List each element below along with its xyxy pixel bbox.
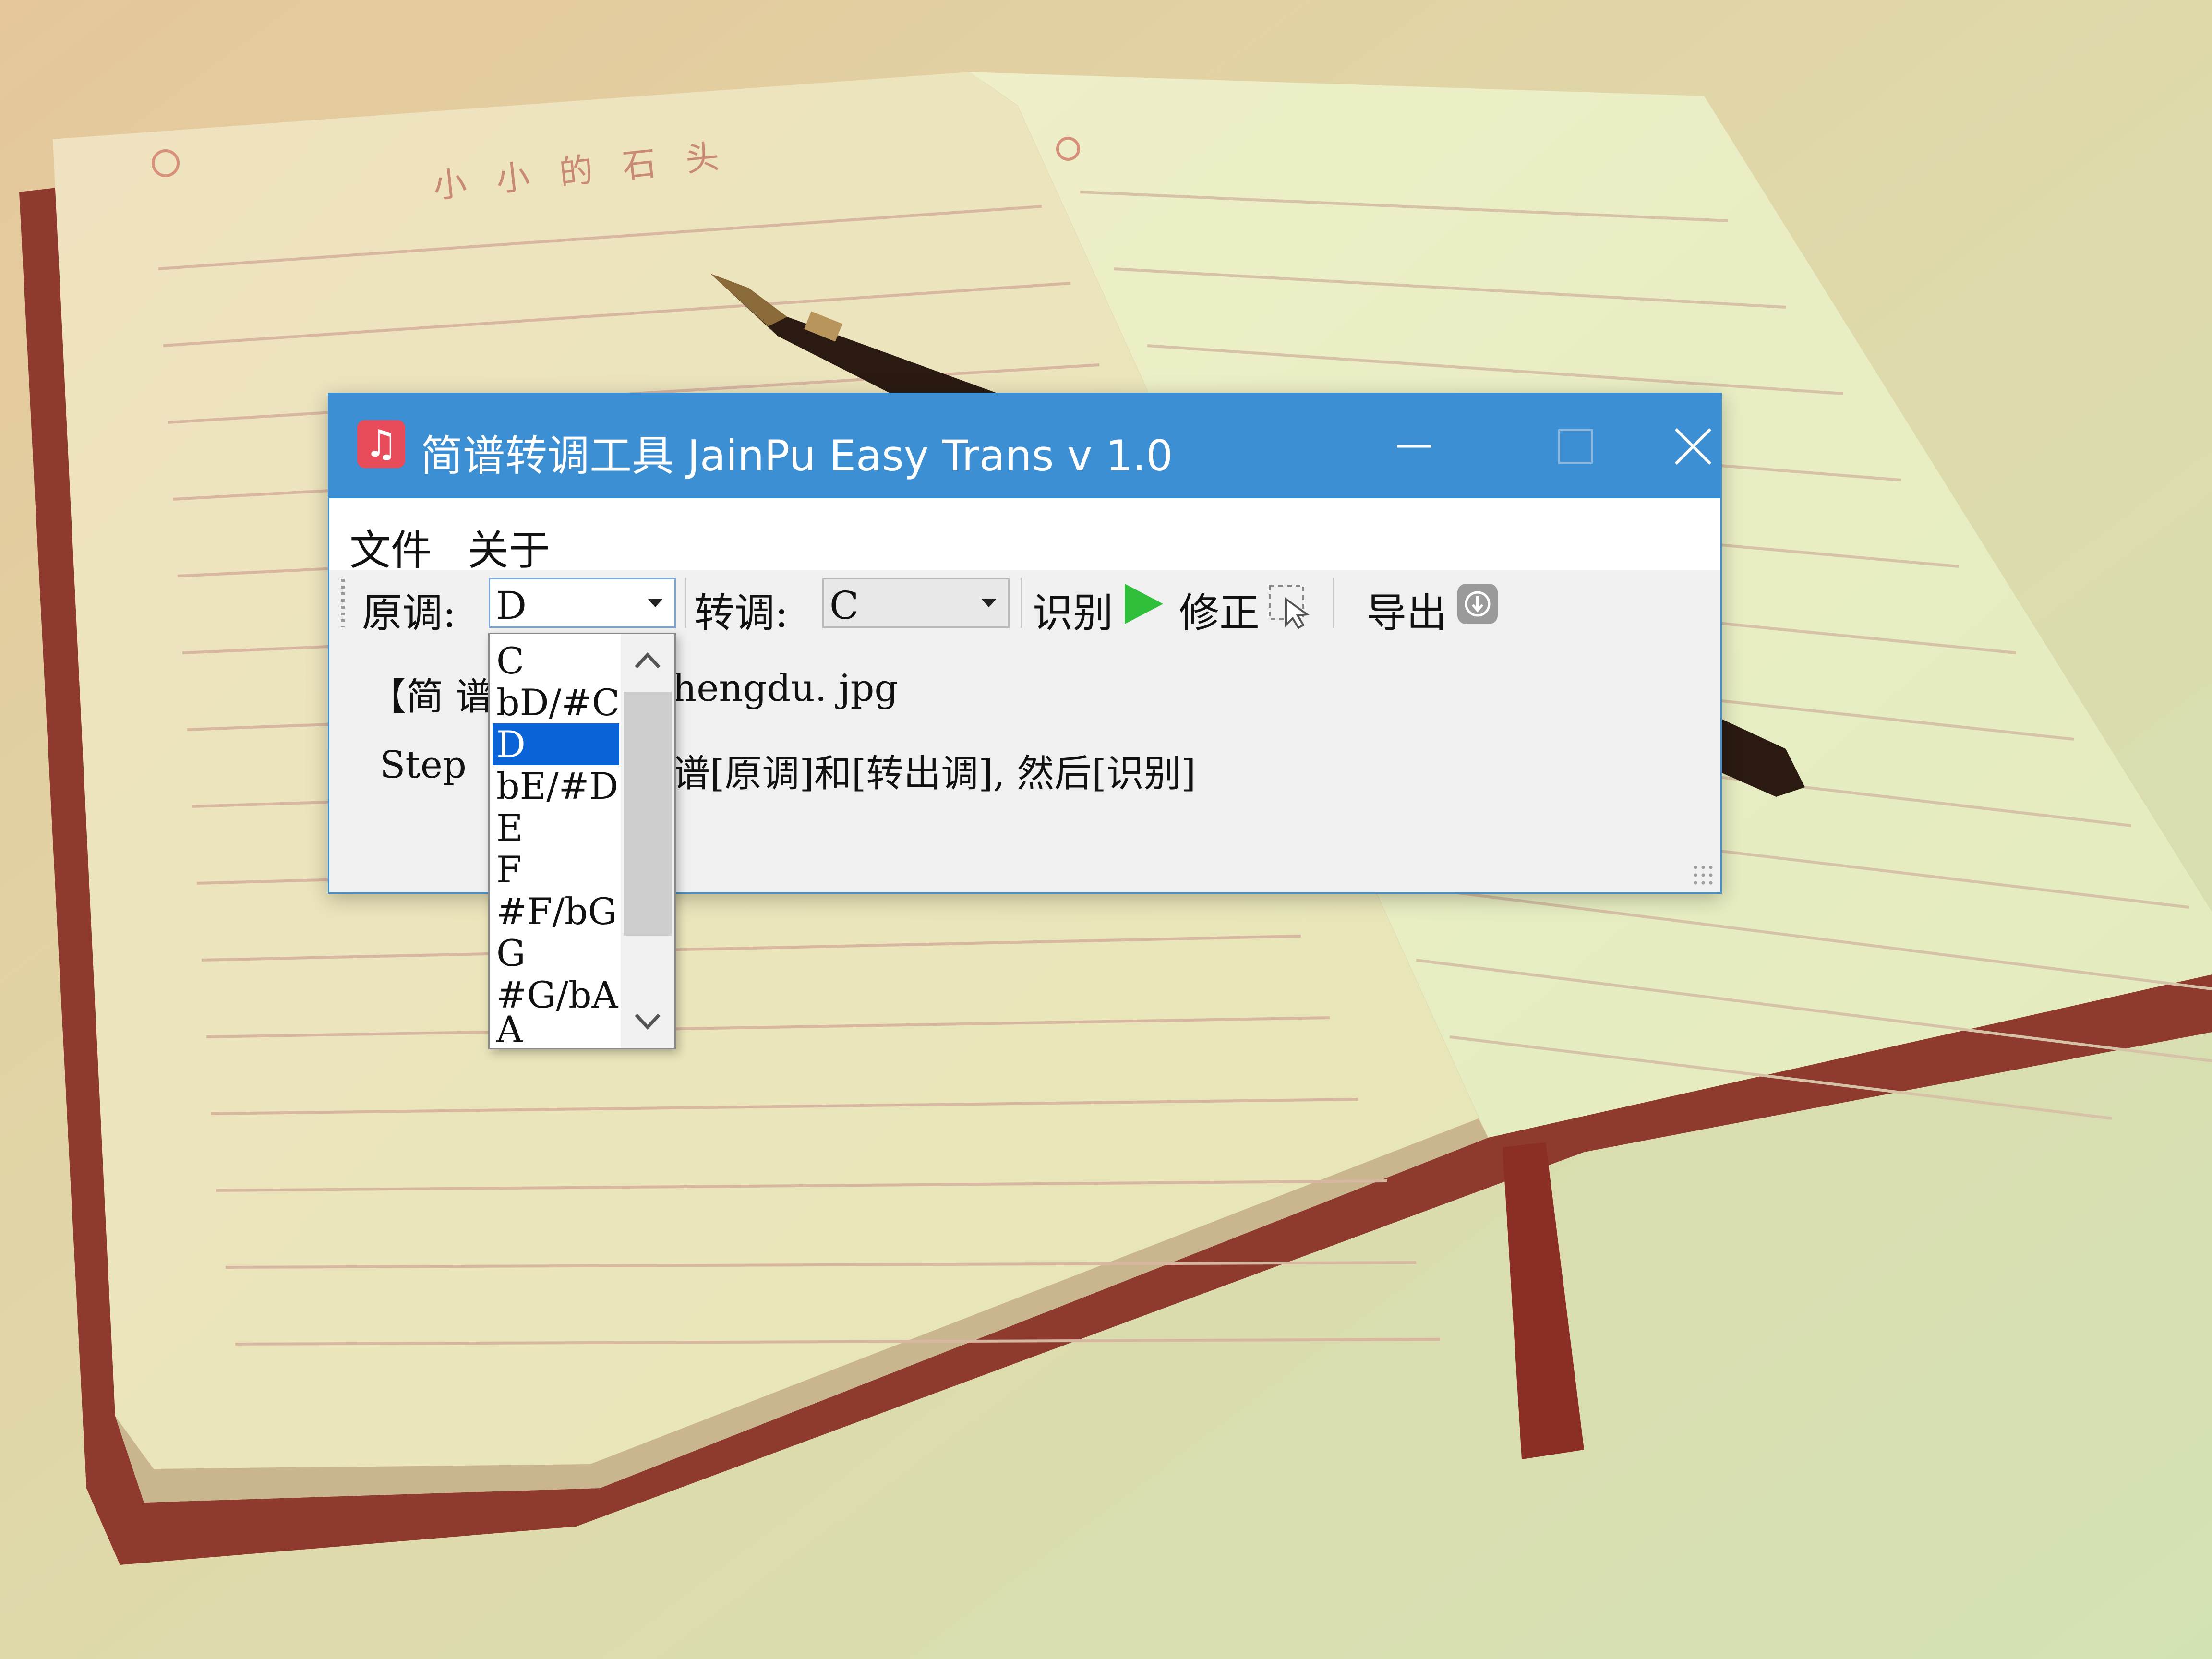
- toolbar-grip[interactable]: [341, 579, 345, 627]
- menu-about[interactable]: 关于: [468, 517, 550, 577]
- close-button[interactable]: [1663, 394, 1723, 498]
- dropdown-option[interactable]: A: [493, 1009, 619, 1050]
- export-icon[interactable]: [1457, 584, 1498, 624]
- dropdown-scrollbar[interactable]: [621, 634, 674, 1048]
- key-dropdown-list[interactable]: C bD/#C D bE/#D E F #F/bG G #G/bA A: [488, 633, 676, 1050]
- dropdown-option[interactable]: C: [493, 640, 619, 682]
- export-button[interactable]: 导出: [1366, 581, 1447, 639]
- menu-bar: 文件 关于: [329, 498, 1720, 575]
- chevron-down-icon: [981, 599, 997, 607]
- window-title: 简谱转调工具 JainPu Easy Trans v 1.0: [421, 431, 1173, 481]
- log-line-2-suffix: 谱[原调]和[转出调], 然后[识别]: [673, 752, 1196, 795]
- resize-grip[interactable]: [1692, 864, 1716, 888]
- scroll-down-button[interactable]: [621, 995, 674, 1048]
- menu-file[interactable]: 文件: [349, 517, 432, 577]
- play-icon[interactable]: [1125, 584, 1163, 624]
- dropdown-option[interactable]: G: [493, 932, 619, 974]
- dropdown-option[interactable]: bD/#C: [493, 682, 620, 723]
- original-key-value: D: [496, 583, 527, 628]
- close-icon: [1674, 428, 1712, 465]
- dropdown-option-selected[interactable]: D: [493, 723, 619, 765]
- maximize-icon: [1558, 429, 1593, 464]
- log-line-1-suffix: hengdu. jpg: [673, 667, 899, 710]
- original-key-select[interactable]: D: [489, 578, 676, 628]
- target-key-label: 转调:: [694, 589, 789, 637]
- chevron-down-icon: [635, 1013, 661, 1030]
- chevron-down-icon: [648, 599, 663, 607]
- recognize-button[interactable]: 识别: [1033, 581, 1113, 639]
- cursor-select-icon[interactable]: [1267, 581, 1315, 629]
- target-key-select[interactable]: C: [822, 578, 1010, 628]
- scroll-up-button[interactable]: [621, 634, 674, 687]
- music-note-icon: ♫: [357, 420, 405, 468]
- target-key-value: C: [830, 583, 859, 628]
- toolbar: 原调: D 转调: C 识别 修正 导出: [329, 570, 1720, 637]
- minimize-icon: [1397, 445, 1431, 447]
- log-line-1-prefix: 【简 谱: [369, 675, 493, 719]
- toolbar-separator: [1021, 578, 1022, 628]
- title-bar[interactable]: ♫ 简谱转调工具 JainPu Easy Trans v 1.0: [329, 394, 1720, 498]
- minimize-button[interactable]: [1342, 394, 1486, 498]
- dropdown-option[interactable]: F: [493, 849, 619, 890]
- dropdown-option[interactable]: E: [493, 807, 619, 849]
- toolbar-separator: [685, 578, 686, 628]
- maximize-button[interactable]: [1503, 394, 1647, 498]
- chevron-up-icon: [635, 652, 661, 669]
- scrollbar-thumb[interactable]: [624, 692, 672, 936]
- log-line-2-prefix: Step: [380, 744, 467, 787]
- toolbar-separator: [1333, 578, 1334, 628]
- download-icon: [1465, 591, 1491, 617]
- original-key-label: 原调:: [362, 589, 457, 637]
- dropdown-option[interactable]: #F/bG: [493, 890, 619, 932]
- correct-button[interactable]: 修正: [1179, 581, 1260, 639]
- dropdown-option[interactable]: bE/#D: [493, 765, 619, 807]
